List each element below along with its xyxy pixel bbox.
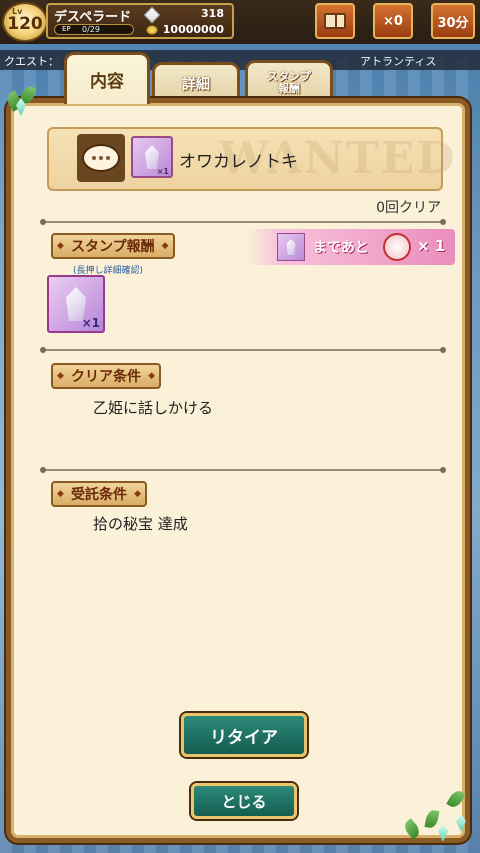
timer-button[interactable]: 30分 xyxy=(431,3,475,39)
vine-decoration-icon xyxy=(4,84,42,120)
book-icon xyxy=(324,13,346,29)
stamp-progress-banner: まであと × 1 xyxy=(247,229,455,265)
tab-content[interactable]: 内容 xyxy=(64,52,150,104)
reward-multiplier: ×1 xyxy=(81,316,100,330)
level-badge: Lv 120 xyxy=(2,2,48,42)
quest-title-card: WANTED ×1 オワカレノトキ xyxy=(47,127,454,191)
vine-decoration-icon xyxy=(396,770,476,850)
banner-crystal-icon xyxy=(277,233,305,261)
banner-text: まであと xyxy=(313,240,369,256)
close-button[interactable]: とじる xyxy=(191,783,297,819)
coin-count: 10000000 xyxy=(162,23,224,36)
gem-icon xyxy=(143,6,161,24)
retire-button[interactable]: リタイア xyxy=(181,713,307,757)
player-name: デスペラード xyxy=(54,10,132,25)
quest-title: オワカレノトキ xyxy=(179,152,298,172)
banner-multiplier: × 1 xyxy=(417,237,446,255)
accept-condition-heading: 受託条件 xyxy=(51,481,147,507)
stamp-reward-heading: スタンプ報酬 xyxy=(51,233,175,259)
divider xyxy=(40,347,446,353)
book-button[interactable] xyxy=(315,3,355,39)
ep-value: 0/29 xyxy=(82,25,100,34)
stamp-reward-item[interactable]: ×1 xyxy=(47,275,105,333)
player-info: デスペラード EP 0/29 318 10000000 xyxy=(46,3,234,39)
divider xyxy=(40,219,446,225)
tab-stamp-reward[interactable]: スタンプ 報酬 xyxy=(245,60,333,102)
chat-icon xyxy=(77,134,125,182)
crystal-icon xyxy=(145,145,159,169)
clear-count: 0回クリア xyxy=(376,200,441,216)
clear-condition-text: 乙姫に話しかける xyxy=(93,399,214,417)
quest-detail-panel: WANTED ×1 オワカレノトキ 0回クリア スタンプ報酬 (長押し詳細確認)… xyxy=(6,98,470,843)
crystal-reward-thumb[interactable]: ×1 xyxy=(131,136,173,178)
thumb-multiplier: ×1 xyxy=(156,167,169,176)
divider xyxy=(40,467,446,473)
tab-detail[interactable]: 詳細 xyxy=(152,62,240,102)
level-label: Lv xyxy=(12,7,23,16)
gem-count: 318 xyxy=(201,7,224,20)
status-bar: Lv 120 デスペラード EP 0/29 318 10000000 ×0 30… xyxy=(0,0,480,44)
ep-label: EP xyxy=(62,25,71,33)
quest-strip-label: クエスト： xyxy=(4,55,59,68)
level-value: 120 xyxy=(7,14,43,34)
coin-icon xyxy=(146,25,158,35)
item-count-button[interactable]: ×0 xyxy=(373,3,413,39)
area-name: アトランティス xyxy=(360,55,437,68)
clear-condition-heading: クリア条件 xyxy=(51,363,161,389)
accept-condition-text: 拾の秘宝 達成 xyxy=(93,515,188,533)
clear-stamp-icon xyxy=(383,233,411,261)
